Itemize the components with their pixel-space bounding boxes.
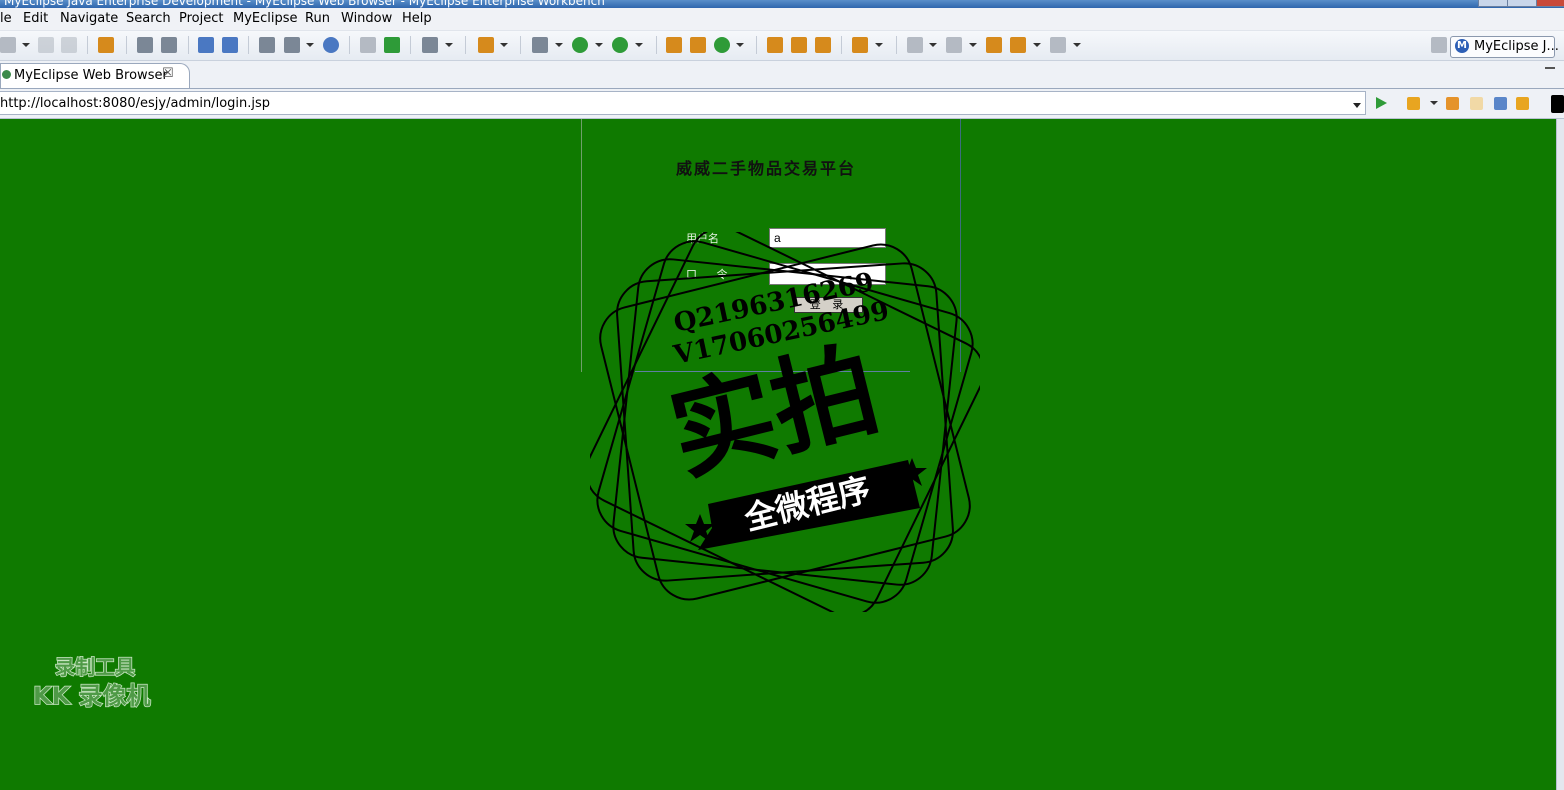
browser-forward-icon[interactable] bbox=[1470, 97, 1483, 110]
hierarchy-icon[interactable] bbox=[259, 37, 275, 53]
next-annotation-icon[interactable] bbox=[907, 37, 923, 53]
menu-bar: le Edit Navigate Search Project MyEclips… bbox=[0, 8, 1564, 31]
browser-refresh-icon[interactable] bbox=[1516, 97, 1529, 110]
menu-help[interactable]: Help bbox=[402, 11, 432, 26]
menu-window[interactable]: Window bbox=[341, 11, 392, 26]
vertical-scrollbar[interactable] bbox=[1556, 119, 1564, 790]
open-folder-icon[interactable] bbox=[767, 37, 783, 53]
server-icon[interactable] bbox=[161, 37, 177, 53]
debug-dropdown-icon[interactable] bbox=[555, 43, 563, 47]
run-icon[interactable] bbox=[572, 37, 588, 53]
tools-dropdown-icon[interactable] bbox=[500, 43, 508, 47]
window-title: MyEclipse Java Enterprise Development - … bbox=[4, 0, 605, 8]
browser-extra-icon[interactable] bbox=[1551, 95, 1564, 113]
menu-myeclipse[interactable]: MyEclipse bbox=[233, 11, 298, 26]
open-perspective-icon[interactable] bbox=[1431, 37, 1447, 53]
favorites-dropdown-icon[interactable] bbox=[1430, 101, 1438, 105]
save-icon[interactable] bbox=[38, 37, 54, 53]
tools-icon[interactable] bbox=[478, 37, 494, 53]
menu-search[interactable]: Search bbox=[126, 11, 171, 26]
new-class-icon[interactable] bbox=[666, 37, 682, 53]
main-toolbar bbox=[0, 31, 1564, 61]
tab-web-browser[interactable]: MyEclipse Web Browser ☒ bbox=[0, 63, 190, 88]
page-title: 威威二手物品交易平台 bbox=[676, 159, 857, 178]
tab-label: MyEclipse Web Browser bbox=[14, 68, 168, 83]
url-text: http://localhost:8080/esjy/admin/login.j… bbox=[0, 96, 271, 111]
myeclipse-icon: M bbox=[1455, 39, 1469, 53]
menu-project[interactable]: Project bbox=[179, 11, 223, 26]
refresh-icon[interactable] bbox=[714, 37, 730, 53]
back-dropdown-icon[interactable] bbox=[1033, 43, 1041, 47]
new-package-icon[interactable] bbox=[690, 37, 706, 53]
close-window-button[interactable] bbox=[1536, 0, 1564, 7]
url-history-dropdown-icon[interactable] bbox=[1353, 103, 1361, 108]
prev-annotation-dropdown-icon[interactable] bbox=[969, 43, 977, 47]
refresh-dropdown-icon[interactable] bbox=[736, 43, 744, 47]
external-tools-dropdown-icon[interactable] bbox=[635, 43, 643, 47]
menu-file[interactable]: le bbox=[0, 11, 12, 26]
perspective-label: MyEclipse J... bbox=[1474, 39, 1559, 54]
maximize-button[interactable] bbox=[1507, 0, 1537, 7]
open-type-icon[interactable] bbox=[284, 37, 300, 53]
forward-dropdown-icon[interactable] bbox=[1073, 43, 1081, 47]
go-icon[interactable] bbox=[1376, 97, 1387, 109]
external-tools-icon[interactable] bbox=[612, 37, 628, 53]
browser-stop-icon[interactable] bbox=[1494, 97, 1507, 110]
deploy-icon[interactable] bbox=[137, 37, 153, 53]
favorites-icon[interactable] bbox=[1407, 97, 1420, 110]
close-tab-icon[interactable]: ☒ bbox=[162, 66, 174, 81]
browser-back-icon[interactable] bbox=[1446, 97, 1459, 110]
run-dropdown-icon[interactable] bbox=[595, 43, 603, 47]
back-icon[interactable] bbox=[1010, 37, 1026, 53]
minimize-button[interactable] bbox=[1478, 0, 1508, 7]
package-icon[interactable] bbox=[98, 37, 114, 53]
folder-icon[interactable] bbox=[360, 37, 376, 53]
content-left-border bbox=[581, 119, 582, 372]
recorder-line2: KK 录像机 bbox=[33, 682, 151, 710]
url-field[interactable]: http://localhost:8080/esjy/admin/login.j… bbox=[0, 91, 1366, 115]
open-file-icon[interactable] bbox=[852, 37, 868, 53]
globe-icon[interactable] bbox=[323, 37, 339, 53]
add-icon[interactable] bbox=[384, 37, 400, 53]
wizard2-icon[interactable] bbox=[222, 37, 238, 53]
wizard-icon[interactable] bbox=[198, 37, 214, 53]
stamp-watermark: Q2196316269 V17060256499 实拍 全微程序 bbox=[590, 232, 980, 612]
last-edit-icon[interactable] bbox=[986, 37, 1002, 53]
minimize-view-icon[interactable] bbox=[1545, 67, 1555, 69]
editor-tab-row: MyEclipse Web Browser ☒ bbox=[0, 61, 1564, 89]
new-icon[interactable] bbox=[0, 37, 16, 53]
open-file-dropdown-icon[interactable] bbox=[875, 43, 883, 47]
window-title-bar: MyEclipse Java Enterprise Development - … bbox=[0, 0, 1564, 8]
browser-url-bar: http://localhost:8080/esjy/admin/login.j… bbox=[0, 89, 1564, 119]
debug-icon[interactable] bbox=[532, 37, 548, 53]
menu-edit[interactable]: Edit bbox=[23, 11, 48, 26]
menu-run[interactable]: Run bbox=[305, 11, 330, 26]
prev-annotation-icon[interactable] bbox=[946, 37, 962, 53]
camera-icon[interactable] bbox=[422, 37, 438, 53]
open-type-dropdown-icon[interactable] bbox=[306, 43, 314, 47]
recorder-line1: 录制工具 bbox=[55, 655, 135, 679]
camera-dropdown-icon[interactable] bbox=[445, 43, 453, 47]
new-dropdown-icon[interactable] bbox=[22, 43, 30, 47]
menu-navigate[interactable]: Navigate bbox=[60, 11, 118, 26]
forward-icon[interactable] bbox=[1050, 37, 1066, 53]
next-annotation-dropdown-icon[interactable] bbox=[929, 43, 937, 47]
pin-icon[interactable] bbox=[791, 37, 807, 53]
recorder-watermark: 录制工具 KK 录像机 bbox=[33, 654, 151, 711]
browser-globe-icon bbox=[2, 70, 11, 79]
perspective-switcher[interactable]: M MyEclipse J... bbox=[1450, 36, 1559, 58]
task-icon[interactable] bbox=[815, 37, 831, 53]
print-icon[interactable] bbox=[61, 37, 77, 53]
